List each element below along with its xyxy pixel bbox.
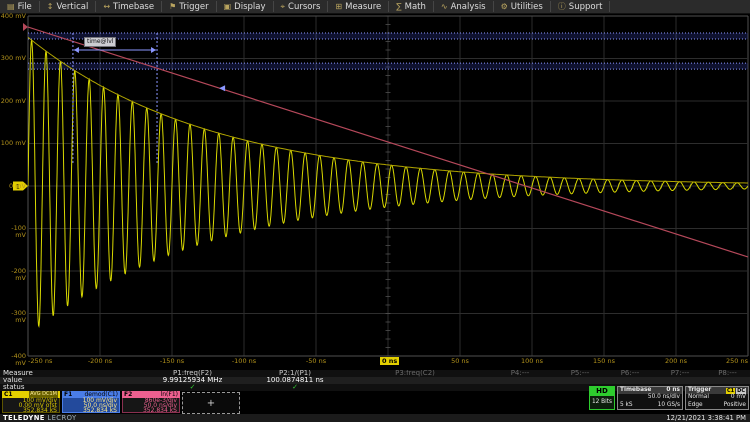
trigger-slope: Positive (724, 402, 746, 409)
measure-param-value-7 (655, 377, 705, 384)
measure-row-measure: MeasureP1:freq(F2)P2:1/(P1)P3:freq(C2)P4… (0, 370, 750, 377)
datetime-display: 12/21/2021 3:38:41 PM (666, 414, 750, 422)
y-axis-label: 200 mV (0, 98, 26, 105)
f1-label: F1 (64, 391, 72, 398)
waveform-display[interactable]: 1 time@lvl 400 mV 300 mV 200 mV 100 mV 0 mV -… (0, 0, 750, 372)
measure-param-header-3[interactable]: P3:freq(C2) (345, 370, 485, 377)
x-axis-label: -100 ns (225, 357, 263, 365)
hd-mode-panel[interactable]: HD 12 Bits (589, 386, 615, 410)
function-f1-descriptor[interactable]: F1 demod(C1) 100 mV/div 50.0 ns/div 352.… (62, 391, 120, 413)
f2-samples: 352.834 kS (125, 408, 177, 413)
measure-param-value-1: 9.99125934 MHz (140, 377, 245, 384)
measure-param-value-6 (605, 377, 655, 384)
measure-param-value-4 (485, 377, 555, 384)
measure-param-header-6[interactable]: P6:--- (605, 370, 655, 377)
x-axis-label: 200 ns (657, 357, 695, 365)
trigger-type: Edge (688, 402, 703, 409)
measure-param-status-4 (485, 384, 555, 391)
x-axis-label: 0 ns (380, 357, 399, 365)
measure-param-value-5 (555, 377, 605, 384)
trigger-coupling-badge: DC (736, 388, 746, 394)
x-axis-label: 100 ns (513, 357, 551, 365)
y-axis-label: -300 mV (0, 310, 26, 324)
channel-c1-descriptor[interactable]: C1 AVG DC1M 100 mV/div 0.00 mV ofst 352.… (2, 391, 60, 413)
timebase-rate: 10 GS/s (658, 402, 680, 409)
measure-param-value-3 (345, 377, 485, 384)
status-bar: TELEDYNE LECROY 12/21/2021 3:38:41 PM (0, 414, 750, 422)
trigger-source-badge: C1 (726, 388, 735, 394)
hd-bits: 12 Bits (590, 396, 614, 409)
x-axis-label: -250 ns (28, 357, 66, 365)
y-axis-label: -100 mV (0, 225, 26, 239)
time-at-level-annotation-label: time@lvl (84, 37, 116, 47)
trigger-title: Trigger (688, 387, 711, 394)
timebase-title: Timebase (620, 387, 651, 394)
y-axis-label: 100 mV (0, 140, 26, 147)
measure-param-header-4[interactable]: P4:--- (485, 370, 555, 377)
y-axis-label: -400 mV (0, 353, 26, 367)
measure-param-value-8 (705, 377, 750, 384)
x-axis-label: 50 ns (441, 357, 479, 365)
timebase-samples: 5 kS (620, 402, 633, 409)
trigger-level: 0 mV (731, 394, 746, 401)
plus-icon: + (207, 398, 215, 409)
measure-param-header-8[interactable]: P8:--- (705, 370, 750, 377)
c1-samples: 352.834 kS (5, 408, 57, 413)
teledyne-lecroy-logo: TELEDYNE LECROY (0, 414, 77, 422)
timebase-delay: 0 ns (666, 387, 680, 394)
add-trace-button[interactable]: + (182, 392, 240, 414)
y-axis-label: 0 mV (0, 183, 26, 190)
oscilloscope-screen: ▤File↕Vertical↔Timebase⚑Trigger▣Display⌖… (0, 0, 750, 422)
function-f2-descriptor[interactable]: F2 ln(F1) 860e-3/div 50.0 ns/div 352.834… (122, 391, 180, 413)
measure-param-header-2[interactable]: P2:1/(P1) (245, 370, 345, 377)
trigger-mode: Normal (688, 394, 709, 401)
y-axis-label: -200 mV (0, 268, 26, 282)
x-axis-label: 250 ns (710, 357, 748, 365)
y-axis-label: 300 mV (0, 55, 26, 62)
measure-param-header-5[interactable]: P5:--- (555, 370, 605, 377)
measure-param-value-2: 100.0874811 ns (245, 377, 345, 384)
waveform-grid: 1 (0, 0, 750, 372)
trace-descriptors: C1 AVG DC1M 100 mV/div 0.00 mV ofst 352.… (2, 391, 240, 414)
x-axis-label: -200 ns (81, 357, 119, 365)
x-axis-label: -50 ns (297, 357, 335, 365)
hd-label: HD (590, 387, 614, 396)
measure-param-status-1: ✓ (140, 384, 245, 391)
timebase-scale: 50.0 ns/div (648, 394, 680, 401)
y-axis-label: 400 mV (0, 13, 26, 20)
status-panels: HD 12 Bits Timebase 0 ns 50.0 ns/div 5 k… (589, 386, 749, 410)
measure-param-header-1[interactable]: P1:freq(F2) (140, 370, 245, 377)
measure-row-value: value9.99125934 MHz100.0874811 ns (0, 377, 750, 384)
trigger-panel[interactable]: Trigger C1 DC Normal 0 mV Edge Positive (685, 386, 749, 410)
c1-label: C1 (4, 391, 13, 398)
timebase-panel[interactable]: Timebase 0 ns 50.0 ns/div 5 kS 10 GS/s (617, 386, 683, 410)
measure-row-label: status (0, 384, 140, 391)
f2-label: F2 (124, 391, 132, 398)
measure-param-status-3 (345, 384, 485, 391)
measure-param-status-2: ✓ (245, 384, 345, 391)
x-axis-label: 150 ns (585, 357, 623, 365)
measure-param-header-7[interactable]: P7:--- (655, 370, 705, 377)
x-axis-label: -150 ns (153, 357, 191, 365)
f1-samples: 352.834 kS (65, 408, 117, 413)
